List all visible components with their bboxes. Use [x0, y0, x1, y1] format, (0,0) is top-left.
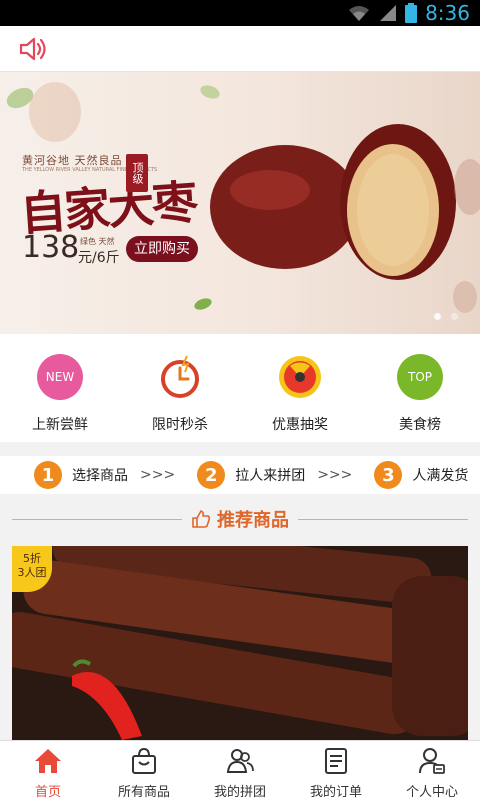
promo-banner[interactable]: 黄河谷地 天然良品 THE YELLOW RIVER VALLEY NATURA… — [0, 72, 480, 334]
product-card[interactable]: 5折 3人团 — [12, 546, 468, 740]
quick-link-label: 限时秒杀 — [152, 417, 208, 433]
top-icon-text: TOP — [407, 370, 432, 384]
step-text: 人满发货 — [412, 468, 469, 484]
banner-badge: 顶级 — [126, 154, 148, 192]
tab-label: 所有商品 — [117, 785, 170, 800]
tab-my-group[interactable]: 我的拼团 — [192, 741, 288, 800]
step-text: 选择商品 — [72, 468, 128, 484]
new-icon-text: NEW — [45, 370, 75, 384]
order-list-icon — [325, 748, 347, 774]
tab-my-orders[interactable]: 我的订单 — [288, 741, 384, 800]
new-icon: NEW — [37, 354, 83, 400]
group-size-text: 3人团 — [17, 566, 47, 579]
step-number: 2 — [197, 461, 226, 489]
tab-label: 个人中心 — [405, 785, 458, 800]
tab-profile[interactable]: 个人中心 — [384, 741, 480, 800]
signal-icon — [380, 5, 397, 21]
step-number: 1 — [34, 461, 62, 489]
pagination-dot-active[interactable] — [434, 313, 441, 320]
quick-links: NEW 上新尝鲜 限时秒杀 优惠抽奖 TOP 美食榜 — [0, 334, 480, 442]
speaker-icon[interactable] — [18, 36, 48, 62]
status-bar: 8:36 — [0, 0, 480, 26]
tab-label: 我的订单 — [309, 785, 362, 800]
banner-pagination — [434, 313, 458, 320]
quick-link-lottery[interactable]: 优惠抽奖 — [240, 334, 360, 442]
quick-link-label: 上新尝鲜 — [32, 417, 88, 433]
product-image — [12, 546, 468, 740]
shopping-bag-icon — [132, 747, 156, 774]
alarm-clock-icon — [161, 355, 199, 398]
top-bar — [0, 26, 480, 72]
discount-text: 5折 — [23, 552, 41, 565]
battery-icon — [405, 3, 418, 23]
quick-link-label: 优惠抽奖 — [272, 417, 328, 433]
status-time: 8:36 — [425, 1, 470, 25]
bottom-tab-bar: 首页 所有商品 我的拼团 我的订单 个人中心 — [0, 740, 480, 800]
step-text: 拉人来拼团 — [235, 468, 306, 484]
wifi-icon — [349, 6, 370, 21]
banner-price-note: 绿色 天然 — [80, 237, 115, 246]
group-users-icon — [226, 749, 254, 773]
user-profile-icon — [419, 748, 445, 774]
divider — [12, 519, 182, 520]
quick-link-flash-sale[interactable]: 限时秒杀 — [120, 334, 240, 442]
pagination-dot[interactable] — [451, 313, 458, 320]
top-icon: TOP — [397, 354, 443, 400]
quick-link-new[interactable]: NEW 上新尝鲜 — [0, 334, 120, 442]
quick-link-top[interactable]: TOP 美食榜 — [360, 334, 480, 442]
home-icon — [35, 749, 61, 773]
tab-all-products[interactable]: 所有商品 — [96, 741, 192, 800]
banner-price: 138 — [22, 230, 80, 265]
buy-now-button[interactable]: 立即购买 — [126, 236, 198, 262]
group-buy-steps: 1 选择商品 >>> 2 拉人来拼团 >>> 3 人满发货 — [0, 456, 480, 494]
step-number: 3 — [374, 461, 403, 489]
lottery-wheel-icon — [279, 356, 321, 398]
divider — [298, 519, 468, 520]
tab-home[interactable]: 首页 — [0, 741, 96, 800]
quick-link-label: 美食榜 — [399, 417, 441, 433]
step-arrow: >>> — [317, 467, 353, 483]
recommend-title: 推荐商品 — [217, 510, 289, 531]
recommend-section-title: 推荐商品 — [0, 504, 480, 534]
banner-tagline: 黄河谷地 天然良品 — [22, 154, 123, 167]
step-arrow: >>> — [140, 467, 176, 483]
tab-label: 首页 — [34, 785, 61, 800]
thumbs-up-icon — [192, 510, 211, 528]
tab-label: 我的拼团 — [213, 785, 266, 800]
banner-price-unit: 元/6斤 — [78, 250, 120, 266]
